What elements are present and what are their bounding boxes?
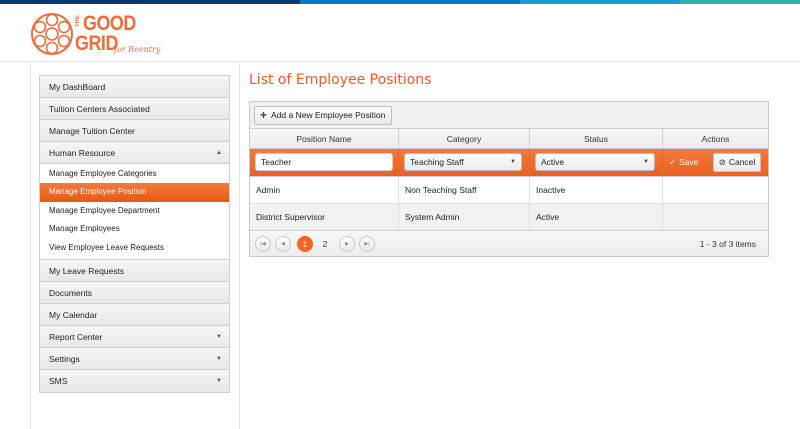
grid-header: Position Name Category Status Actions	[250, 129, 768, 149]
human-resource-submenu: Manage Employee Categories Manage Employ…	[40, 164, 229, 260]
gear-logo-icon	[31, 13, 73, 55]
edit-cell-actions: ✓ Save ⊘ Cancel	[663, 149, 768, 176]
sidebar-item-my-calendar[interactable]: My Calendar	[40, 303, 229, 326]
column-header-actions: Actions	[701, 134, 730, 144]
sidebar-item-documents[interactable]: Documents	[40, 281, 229, 304]
sidebar-item-label: SMS	[49, 375, 68, 386]
sidebar-item-label: Report Center	[49, 331, 103, 342]
column-header-position-name[interactable]: Position Name	[250, 129, 399, 148]
table-row[interactable]: Admin Non Teaching Staff Inactive	[250, 177, 768, 204]
cell-position-name: Admin	[250, 177, 399, 203]
pager-info: 1 - 3 of 3 items	[699, 239, 756, 249]
logo-the: THE	[75, 15, 81, 27]
page-number-2[interactable]: 2	[317, 236, 333, 252]
cell-actions	[663, 177, 768, 203]
submenu-item-employees[interactable]: Manage Employees	[40, 220, 229, 238]
logo[interactable]: THE GOOD GRID for Reentry	[30, 10, 180, 58]
sidebar-item-label: My DashBoard	[49, 82, 106, 92]
cell-actions	[663, 204, 768, 230]
edit-cell-status: Active ▼	[530, 149, 663, 176]
cell-status: Inactive	[530, 177, 663, 203]
edit-cell-position	[250, 149, 399, 176]
checkmark-icon: ✓	[669, 157, 677, 167]
status-dropdown-value: Active	[541, 157, 565, 167]
add-button-label: Add a New Employee Position	[271, 110, 386, 120]
employee-positions-grid: + Add a New Employee Position Position N…	[249, 101, 769, 257]
chevron-down-icon: ▼	[510, 159, 516, 165]
sidebar-item-label: Settings	[49, 353, 80, 364]
header: THE GOOD GRID for Reentry	[0, 4, 800, 62]
sidebar-item-label: Tuition Centers Associated	[49, 104, 150, 114]
chevron-down-icon: ▼	[643, 159, 649, 165]
position-name-input[interactable]	[255, 153, 393, 171]
sidebar-menu: My DashBoard Tuition Centers Associated …	[39, 75, 230, 393]
caret-down-icon: ▼	[216, 355, 222, 362]
cancel-button[interactable]: ⊘ Cancel	[713, 153, 761, 172]
caret-down-icon: ▼	[216, 377, 222, 384]
cell-category: Non Teaching Staff	[399, 177, 530, 203]
sidebar-item-dashboard[interactable]: My DashBoard	[40, 76, 229, 98]
last-page-icon[interactable]: ▶|	[359, 236, 375, 252]
caret-up-icon: ▲	[216, 150, 222, 156]
column-header-category[interactable]: Category	[399, 129, 530, 148]
sidebar-item-label: Documents	[49, 287, 92, 298]
caret-down-icon: ▼	[216, 333, 222, 340]
logo-tagline: for Reentry	[114, 45, 161, 54]
sidebar-item-label: My Leave Requests	[49, 265, 125, 276]
save-button[interactable]: ✓ Save	[669, 153, 709, 172]
category-dropdown-value: Teaching Staff	[410, 157, 464, 167]
plus-icon: +	[260, 108, 268, 122]
cell-position-name: District Supervisor	[250, 204, 399, 230]
sidebar-item-my-leave-requests[interactable]: My Leave Requests	[40, 259, 229, 282]
cell-category: System Admin	[399, 204, 530, 230]
page-number-1[interactable]: 1	[297, 236, 313, 252]
sidebar-item-tuition-centers-associated[interactable]: Tuition Centers Associated	[40, 98, 229, 120]
sidebar-item-human-resource[interactable]: Human Resource ▲	[40, 142, 229, 164]
cancel-circle-icon: ⊘	[718, 157, 726, 167]
grid-toolbar: + Add a New Employee Position	[250, 102, 768, 129]
page-title: List of Employee Positions	[249, 72, 432, 88]
sidebar-item-sms[interactable]: SMS ▼	[40, 369, 229, 392]
sidebar-item-label: My Calendar	[49, 309, 98, 320]
sidebar-item-label: Human Resource	[49, 148, 116, 158]
table-row[interactable]: District Supervisor System Admin Active	[250, 204, 768, 231]
column-header-status[interactable]: Status	[530, 129, 663, 148]
first-page-icon[interactable]: |◀	[255, 236, 271, 252]
status-dropdown[interactable]: Active ▼	[535, 153, 655, 171]
save-button-label: Save	[679, 157, 699, 167]
sidebar-item-manage-tuition-center[interactable]: Manage Tuition Center	[40, 120, 229, 142]
sidebar-item-report-center[interactable]: Report Center ▼	[40, 325, 229, 348]
submenu-item-employee-position[interactable]: Manage Employee Position	[40, 183, 229, 202]
table-row-editing: Teaching Staff ▼ Active ▼ ✓ Save ⊘ Cance…	[250, 149, 768, 177]
cancel-button-label: Cancel	[728, 157, 756, 167]
previous-page-icon[interactable]: ◀	[275, 236, 291, 252]
submenu-item-leave-requests[interactable]: View Employee Leave Requests	[40, 239, 229, 257]
next-page-icon[interactable]: ▶	[339, 236, 355, 252]
sidebar-item-label: Manage Tuition Center	[49, 126, 135, 136]
edit-cell-category: Teaching Staff ▼	[399, 149, 530, 176]
category-dropdown[interactable]: Teaching Staff ▼	[404, 153, 522, 171]
logo-grid: GRID	[75, 32, 118, 55]
submenu-item-employee-department[interactable]: Manage Employee Department	[40, 202, 229, 220]
cell-status: Active	[530, 204, 663, 230]
sidebar-item-settings[interactable]: Settings ▼	[40, 347, 229, 370]
add-employee-position-button[interactable]: + Add a New Employee Position	[254, 106, 393, 125]
grid-pager: |◀ ◀ 1 2 ▶ ▶| 1 - 3 of 3 items	[250, 230, 768, 256]
submenu-item-employee-categories[interactable]: Manage Employee Categories	[40, 165, 229, 183]
